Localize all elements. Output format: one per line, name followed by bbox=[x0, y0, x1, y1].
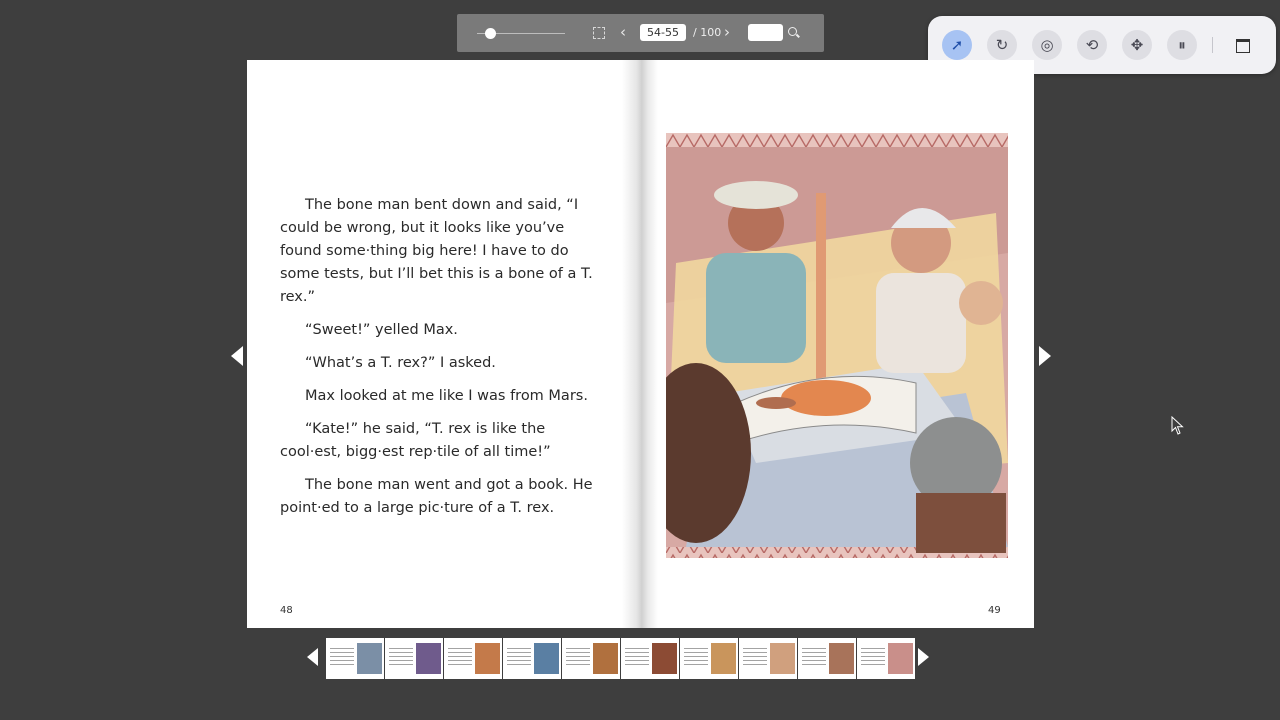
mouse-cursor-icon bbox=[1171, 416, 1184, 435]
book-gutter bbox=[622, 60, 658, 628]
paragraph: “What’s a T. rex?” I asked. bbox=[305, 355, 496, 371]
thumbnail[interactable] bbox=[739, 638, 797, 679]
left-page: The bone man bent down and said, “I coul… bbox=[247, 60, 640, 628]
move-icon[interactable]: ✥ bbox=[1122, 30, 1152, 60]
thumbnail[interactable] bbox=[562, 638, 620, 679]
story-illustration bbox=[666, 133, 1008, 558]
thumbnail[interactable] bbox=[444, 638, 502, 679]
zoom-slider-handle[interactable] bbox=[485, 28, 496, 39]
refresh-icon[interactable]: ⟲ bbox=[1077, 30, 1107, 60]
next-page-icon[interactable]: › bbox=[724, 25, 730, 40]
paragraph: “Kate!” he said, “T. rex is like the coo… bbox=[280, 421, 551, 460]
right-page-number: 49 bbox=[988, 605, 1001, 616]
ripple-pointer-icon[interactable]: ◎ bbox=[1032, 30, 1062, 60]
page-total: / 100 bbox=[693, 26, 722, 39]
thumbnail[interactable] bbox=[857, 638, 915, 679]
thumbnail[interactable] bbox=[680, 638, 738, 679]
thumbnails-next-arrow-icon[interactable] bbox=[918, 648, 929, 666]
thumbnail[interactable] bbox=[503, 638, 561, 679]
tool-separator bbox=[1212, 37, 1213, 53]
thumbnail[interactable] bbox=[621, 638, 679, 679]
thumbnail[interactable] bbox=[798, 638, 856, 679]
thumbnail-strip bbox=[326, 638, 915, 679]
search-input[interactable] bbox=[748, 24, 783, 41]
thumbnail[interactable] bbox=[326, 638, 384, 679]
next-spread-arrow-icon[interactable] bbox=[1039, 346, 1051, 366]
story-text: The bone man bent down and said, “I coul… bbox=[280, 194, 610, 530]
previous-page-icon[interactable]: ‹ bbox=[620, 25, 626, 40]
window-icon[interactable] bbox=[1236, 39, 1250, 53]
reader-toolbar: ‹ / 100 › bbox=[457, 14, 824, 52]
paragraph: Max looked at me like I was from Mars. bbox=[305, 388, 588, 404]
previous-spread-arrow-icon[interactable] bbox=[231, 346, 243, 366]
paragraph: The bone man bent down and said, “I coul… bbox=[280, 197, 593, 305]
paragraph: “Sweet!” yelled Max. bbox=[305, 322, 458, 338]
pause-icon[interactable]: ⏸ bbox=[1167, 30, 1197, 60]
thumbnail[interactable] bbox=[385, 638, 443, 679]
rotate-icon[interactable]: ↻ bbox=[987, 30, 1017, 60]
page-number-input[interactable] bbox=[640, 24, 686, 41]
paragraph: The bone man went and got a book. He poi… bbox=[280, 477, 593, 516]
thumbnails-previous-arrow-icon[interactable] bbox=[307, 648, 318, 666]
book-spread: The bone man bent down and said, “I coul… bbox=[247, 60, 1034, 628]
select-pointer-icon[interactable]: ➚ bbox=[942, 30, 972, 60]
left-page-number: 48 bbox=[280, 605, 293, 616]
search-icon[interactable] bbox=[788, 27, 797, 36]
fullscreen-icon[interactable] bbox=[593, 27, 605, 39]
